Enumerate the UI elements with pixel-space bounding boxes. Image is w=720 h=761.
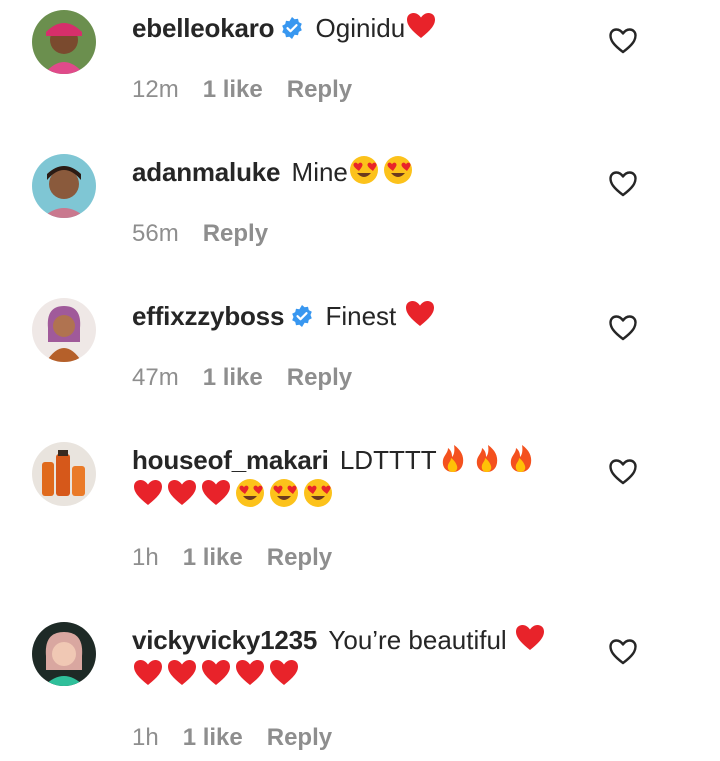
- timestamp: 1h: [132, 544, 159, 571]
- username[interactable]: vickyvicky1235: [132, 625, 317, 655]
- comment-text-continued: [132, 657, 592, 692]
- timestamp: 1h: [132, 724, 159, 751]
- avatar-image: [32, 10, 96, 74]
- comment-text: Finest: [325, 301, 397, 331]
- heart-outline-icon: [609, 28, 637, 54]
- red-heart-emoji: [407, 13, 436, 38]
- avatar-image: [32, 154, 96, 218]
- red-heart-emoji: [134, 480, 162, 505]
- username[interactable]: effixzzyboss: [132, 301, 284, 331]
- red-heart-emoji: [405, 301, 434, 326]
- username[interactable]: ebelleokaro: [132, 13, 275, 43]
- like-button[interactable]: [608, 458, 638, 486]
- reply-button[interactable]: Reply: [287, 364, 352, 391]
- verified-badge-icon: [292, 305, 313, 327]
- red-heart-emoji: [515, 625, 544, 650]
- comment-meta: 1h 1 like Reply: [132, 544, 356, 572]
- heart-eyes-emoji: [349, 156, 378, 184]
- timestamp: 56m: [132, 220, 179, 247]
- comment-text: Mine: [291, 157, 348, 187]
- username[interactable]: adanmaluke: [132, 157, 280, 187]
- red-heart-emoji: [168, 480, 196, 505]
- reply-button[interactable]: Reply: [287, 76, 352, 103]
- heart-outline-icon: [609, 639, 637, 665]
- likes-count[interactable]: 1 like: [183, 544, 243, 571]
- timestamp: 12m: [132, 76, 179, 103]
- reply-button[interactable]: Reply: [267, 724, 332, 751]
- like-button[interactable]: [608, 170, 638, 198]
- likes-count[interactable]: 1 like: [203, 364, 263, 391]
- comment-text-continued: [132, 477, 592, 512]
- avatar-image: [32, 622, 96, 686]
- comment-text: You’re beautiful: [328, 625, 507, 655]
- red-heart-emoji: [236, 660, 264, 685]
- avatar-image: [32, 442, 96, 506]
- fire-emoji: [510, 445, 531, 472]
- avatar[interactable]: [32, 442, 96, 506]
- heart-eyes-emoji: [270, 479, 298, 507]
- comment-text: Oginidu: [315, 13, 406, 43]
- fire-emoji: [442, 445, 463, 472]
- red-heart-emoji: [134, 660, 162, 685]
- avatar[interactable]: [32, 298, 96, 362]
- heart-outline-icon: [609, 459, 637, 485]
- comment-meta: 47m 1 like Reply: [132, 364, 376, 392]
- comment-meta: 12m 1 like Reply: [132, 76, 376, 104]
- fire-emoji: [476, 445, 497, 472]
- timestamp: 47m: [132, 364, 179, 391]
- reply-button[interactable]: Reply: [267, 544, 332, 571]
- avatar[interactable]: [32, 154, 96, 218]
- red-heart-emoji: [202, 480, 230, 505]
- likes-count[interactable]: 1 like: [183, 724, 243, 751]
- red-heart-emoji: [168, 660, 196, 685]
- username[interactable]: houseof_makari: [132, 445, 329, 475]
- red-heart-emoji: [202, 660, 230, 685]
- avatar[interactable]: [32, 10, 96, 74]
- like-button[interactable]: [608, 314, 638, 342]
- avatar-image: [32, 298, 96, 362]
- reply-button[interactable]: Reply: [203, 220, 268, 247]
- heart-eyes-emoji: [383, 156, 412, 184]
- red-heart-emoji: [270, 660, 298, 685]
- comment-text: LDTTTT: [339, 445, 437, 475]
- heart-eyes-emoji: [236, 479, 264, 507]
- comment-meta: 56m Reply: [132, 220, 292, 248]
- avatar[interactable]: [32, 622, 96, 686]
- verified-badge-icon: [282, 17, 303, 39]
- like-button[interactable]: [608, 638, 638, 666]
- heart-outline-icon: [609, 171, 637, 197]
- comment-meta: 1h 1 like Reply: [132, 724, 356, 752]
- heart-outline-icon: [609, 315, 637, 341]
- likes-count[interactable]: 1 like: [203, 76, 263, 103]
- like-button[interactable]: [608, 27, 638, 55]
- heart-eyes-emoji: [304, 479, 332, 507]
